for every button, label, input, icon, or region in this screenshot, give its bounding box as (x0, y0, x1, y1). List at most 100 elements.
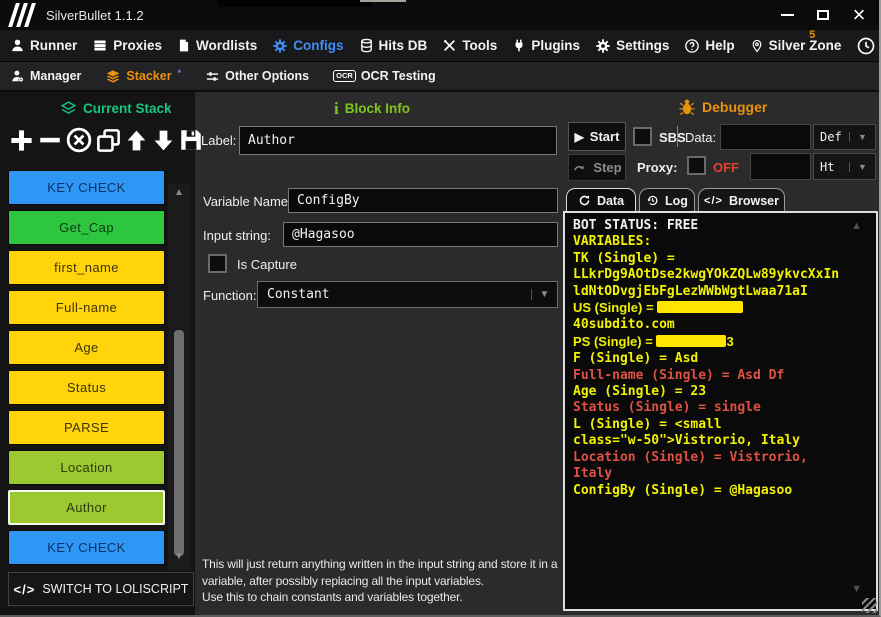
log-line: ConfigBy (Single) = @Hagasoo (573, 482, 793, 498)
main-menu-bar: Runner Proxies Wordlists Configs Hits DB… (0, 29, 879, 62)
log-line: Italy (573, 466, 613, 482)
menu-item-plugins[interactable]: Plugins (512, 38, 580, 53)
stack-block-location[interactable]: Location (8, 450, 165, 485)
menu-item-help[interactable]: Help (684, 38, 735, 54)
stacker-superscript: * (177, 68, 182, 78)
stack-block-parse[interactable]: PARSE (8, 410, 165, 445)
scroll-up-icon[interactable]: ▲ (851, 220, 862, 232)
stack-block-status[interactable]: Status (8, 370, 165, 405)
label-input[interactable] (239, 126, 557, 155)
silverbullet-window: SilverBullet 1.1.2 × Runner Proxies Word… (0, 0, 881, 617)
stack-block-keycheck-2[interactable]: KEY CHECK (8, 530, 165, 565)
is-capture-label: Is Capture (237, 257, 297, 272)
bug-icon (678, 98, 696, 116)
proxy-checkbox[interactable] (687, 156, 706, 175)
log-line: class="w-50">Vistrorio, Italy (573, 433, 800, 449)
menu-item-settings[interactable]: Settings (595, 38, 669, 54)
stack-block-firstname[interactable]: first_name (8, 250, 165, 285)
proxy-type-select[interactable]: Ht ▼ (813, 153, 876, 180)
menu-item-tools[interactable]: Tools (442, 38, 497, 53)
tab-browser[interactable]: </> Browser (698, 188, 785, 212)
sbs-checkbox[interactable] (633, 127, 652, 146)
menu-label: Wordlists (196, 38, 258, 53)
switch-to-loliscript-button[interactable]: </> SWITCH TO LOLISCRIPT (8, 572, 194, 606)
tab-data[interactable]: Data (566, 188, 636, 212)
scrollbar-thumb[interactable] (174, 330, 184, 556)
remove-block-button[interactable] (37, 127, 63, 153)
background-window-sliver (360, 0, 406, 2)
scroll-up-icon[interactable]: ▲ (168, 186, 190, 200)
switch-button-label: SWITCH TO LOLISCRIPT (42, 582, 189, 596)
stack-block-fullname[interactable]: Full-name (8, 290, 165, 325)
subnav-label: OCR Testing (360, 69, 436, 83)
maximize-button[interactable] (813, 5, 833, 25)
variable-name-input[interactable] (288, 188, 558, 213)
function-select[interactable]: Constant ▼ (257, 281, 558, 308)
menu-item-silver-zone[interactable]: 5 Silver Zone (750, 29, 842, 54)
subnav-item-ocr-testing[interactable]: OCR OCR Testing (333, 69, 436, 83)
step-label: Step (593, 160, 622, 175)
sliders-icon (205, 69, 220, 84)
log-line: L (Single) = <small (573, 416, 722, 432)
menu-label: Plugins (531, 38, 581, 53)
stack-block-author-selected[interactable]: Author (8, 490, 165, 525)
step-button[interactable]: Step (568, 154, 626, 181)
menu-label: Configs (293, 38, 344, 53)
debugger-log-panel[interactable]: BOT STATUS: FREE VARIABLES: TK (Single) … (563, 211, 878, 611)
section-title: Debugger (702, 99, 768, 115)
stack-block-getcap[interactable]: Get_Cap (8, 210, 165, 245)
description-text: Use this to chain constants and variable… (202, 590, 463, 605)
proxy-input[interactable] (750, 153, 811, 180)
description-text: This will just return anything written i… (202, 557, 558, 588)
menu-label: Proxies (113, 38, 163, 53)
minimize-button[interactable] (777, 5, 797, 25)
window-resize-grip[interactable] (862, 598, 877, 613)
stack-block-keycheck[interactable]: KEY CHECK (8, 170, 165, 205)
data-input[interactable] (720, 124, 811, 150)
debugger-header: Debugger (678, 98, 767, 116)
stacker-layers-icon (105, 69, 121, 84)
chevron-down-icon: ▼ (849, 132, 875, 142)
redacted-value (656, 334, 727, 347)
proxy-type-value: Ht (820, 159, 835, 174)
is-capture-checkbox[interactable] (208, 254, 227, 273)
menu-item-runner[interactable]: Runner (10, 38, 77, 53)
data-type-select[interactable]: Def ▼ (813, 124, 876, 150)
menu-item-hits-db[interactable]: Hits DB (359, 38, 427, 53)
stack-block-age[interactable]: Age (8, 330, 165, 365)
history-clock-icon[interactable] (856, 36, 876, 56)
stack-scrollbar[interactable]: ▲ ▼ (168, 184, 190, 570)
window-title: SilverBullet 1.1.2 (46, 7, 144, 23)
delete-block-button[interactable] (65, 126, 93, 154)
gear-icon (595, 38, 611, 54)
proxy-status: OFF (713, 160, 739, 175)
chevron-down-icon: ▼ (531, 289, 557, 300)
menu-item-wordlists[interactable]: Wordlists (177, 38, 257, 53)
menu-label: Tools (462, 38, 498, 53)
move-up-button[interactable] (124, 128, 149, 153)
menu-item-proxies[interactable]: Proxies (92, 38, 162, 53)
subnav-item-other-options[interactable]: Other Options (205, 69, 309, 84)
subnav-item-stacker[interactable]: Stacker * (105, 68, 182, 84)
stack-toolbar (8, 122, 201, 158)
menu-item-configs[interactable]: Configs (272, 38, 344, 54)
tab-label: Browser (728, 193, 779, 208)
scroll-down-icon[interactable]: ▼ (851, 583, 862, 595)
add-block-button[interactable] (8, 127, 35, 154)
menu-label: Silver Zone (768, 38, 842, 53)
label-caption: Label: (201, 133, 237, 148)
plug-icon (512, 38, 526, 53)
subnav-item-manager[interactable]: Manager (10, 69, 81, 83)
clone-block-button[interactable] (95, 127, 122, 154)
scroll-down-icon[interactable]: ▼ (168, 550, 190, 564)
log-line: TK (Single) = (573, 250, 675, 266)
input-string-input[interactable] (283, 222, 558, 247)
move-down-button[interactable] (151, 128, 176, 153)
log-line: Location (Single) = Vistrorio, (573, 449, 808, 465)
menu-label: Settings (616, 38, 670, 53)
log-line: 40subdito.com (573, 317, 675, 333)
start-button[interactable]: ▶ Start (568, 122, 626, 151)
close-button[interactable]: × (849, 4, 869, 26)
titlebar: SilverBullet 1.1.2 × (0, 0, 879, 30)
tab-log[interactable]: Log (639, 188, 695, 212)
